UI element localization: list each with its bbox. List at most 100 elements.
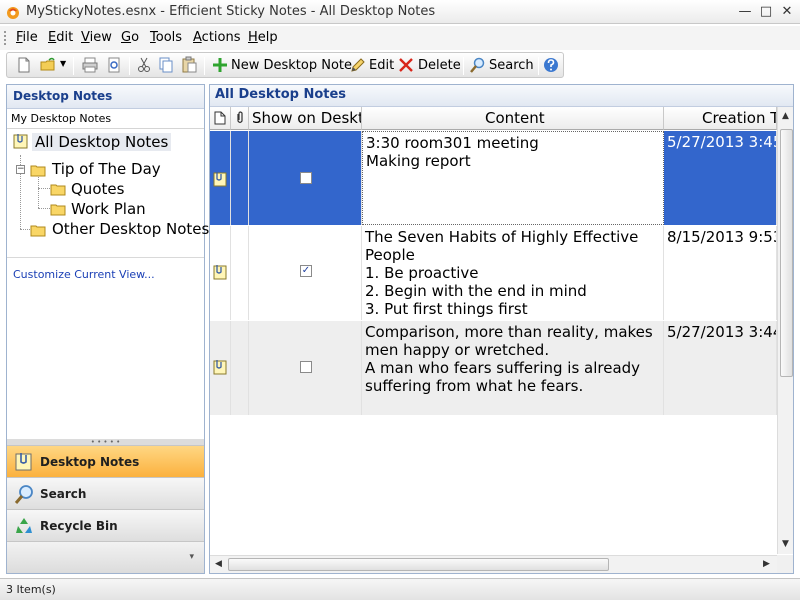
minimize-button[interactable]: — <box>736 4 754 20</box>
add-icon <box>213 58 227 72</box>
nav-button-search[interactable]: Search <box>7 477 204 509</box>
toolbar-separator <box>73 57 74 75</box>
toolbar-separator <box>463 57 464 75</box>
row-show-cell <box>249 321 362 415</box>
nav-button-recycle-bin[interactable]: Recycle Bin <box>7 509 204 541</box>
table-row[interactable]: ✓ The Seven Habits of Highly Effective P… <box>210 226 777 320</box>
copy-icon[interactable] <box>157 56 175 74</box>
scroll-down-icon[interactable]: ▼ <box>782 539 789 549</box>
row-attachment-cell <box>231 321 249 415</box>
navigation-pane: Desktop Notes My Desktop Notes All Deskt… <box>6 84 209 574</box>
maximize-button[interactable]: □ <box>757 4 775 20</box>
chevron-down-icon[interactable]: ▾ <box>189 552 194 562</box>
horizontal-scrollbar[interactable]: ◀ ▶ <box>210 555 777 573</box>
tree-collapse-icon[interactable]: − <box>16 165 25 174</box>
customize-current-view-link[interactable]: Customize Current View... <box>13 268 155 281</box>
tree-line <box>38 177 39 208</box>
recycle-bin-icon <box>16 518 32 533</box>
column-header-creation-time[interactable]: Creation Time <box>664 107 777 130</box>
row-created-cell: 5/27/2013 3:45 <box>664 131 777 225</box>
cut-icon[interactable] <box>135 56 153 74</box>
tree-line <box>38 208 50 209</box>
open-folder-icon[interactable] <box>39 56 57 74</box>
row-created-cell: 8/15/2013 9:53 <box>664 226 777 320</box>
print-icon[interactable] <box>81 56 99 74</box>
open-dropdown-icon[interactable]: ▼ <box>60 59 66 79</box>
folder-list-caption-text: My Desktop Notes <box>11 112 112 125</box>
title-bar: MyStickyNotes.esnx - Efficient Sticky No… <box>0 0 800 24</box>
edit-button[interactable]: Edit <box>349 56 395 76</box>
menu-tools[interactable]: Tools <box>150 30 182 45</box>
sticky-note-icon <box>213 360 227 375</box>
row-show-cell: ✓ <box>249 226 362 320</box>
row-show-cell <box>249 131 362 225</box>
pane-divider <box>7 257 204 258</box>
row-content-cell[interactable]: Comparison, more than reality, makes men… <box>362 321 664 415</box>
search-icon <box>470 57 485 73</box>
menu-go[interactable]: Go <box>121 30 139 45</box>
edit-label: Edit <box>369 58 395 73</box>
sticky-note-icon <box>15 453 32 471</box>
scroll-up-icon[interactable]: ▲ <box>782 111 789 121</box>
tree-node-tip-of-the-day[interactable]: Tip of The Day <box>52 160 161 178</box>
tree-node-all-desktop-notes[interactable]: All Desktop Notes <box>32 133 172 151</box>
close-button[interactable]: ✕ <box>778 4 796 20</box>
notes-list-title: All Desktop Notes <box>215 87 347 102</box>
nav-pane-options[interactable]: ▾ <box>7 541 204 573</box>
table-row[interactable]: Comparison, more than reality, makes men… <box>210 321 777 415</box>
creation-time: 8/15/2013 9:53 <box>667 228 777 246</box>
delete-button[interactable]: Delete <box>397 56 461 76</box>
search-button[interactable]: Search <box>469 56 535 76</box>
scroll-left-icon[interactable]: ◀ <box>215 559 222 569</box>
scroll-right-icon[interactable]: ▶ <box>763 559 770 569</box>
column-header-content[interactable]: Content <box>362 107 664 130</box>
toolbar-separator <box>538 57 539 75</box>
show-on-desktop-checkbox[interactable]: ✓ <box>300 265 312 277</box>
menu-actions[interactable]: Actions <box>193 30 241 45</box>
show-on-desktop-checkbox[interactable] <box>300 172 312 184</box>
column-header-show-on-desktop[interactable]: Show on Desktop <box>249 107 362 130</box>
new-desktop-note-label: New Desktop Note <box>231 58 353 73</box>
document-icon <box>214 111 226 125</box>
menu-edit[interactable]: Edit <box>48 30 73 45</box>
row-type-cell <box>210 226 231 320</box>
row-type-cell <box>210 131 231 225</box>
row-content-cell[interactable]: The Seven Habits of Highly Effective Peo… <box>362 226 664 320</box>
show-on-desktop-checkbox[interactable] <box>300 361 312 373</box>
paste-icon[interactable] <box>180 56 198 74</box>
note-content: The Seven Habits of Highly Effective Peo… <box>365 228 639 318</box>
nav-button-desktop-notes[interactable]: Desktop Notes <box>7 445 204 477</box>
help-icon[interactable] <box>542 56 560 74</box>
column-header-content-label: Content <box>485 109 545 127</box>
item-count: 3 Item(s) <box>6 583 56 596</box>
tree-node-other-desktop-notes[interactable]: Other Desktop Notes <box>52 220 209 238</box>
column-header-creation-time-label: Creation Time <box>702 109 776 127</box>
column-header-attachment[interactable] <box>231 107 249 130</box>
notes-list-pane: All Desktop Notes Show on Desktop Conten… <box>209 84 794 574</box>
menu-file[interactable]: File <box>16 30 38 45</box>
print-preview-icon[interactable] <box>105 56 123 74</box>
row-attachment-cell <box>231 131 249 225</box>
tree-node-work-plan[interactable]: Work Plan <box>71 200 146 218</box>
app-logo-icon <box>7 7 19 19</box>
toolbar: ▼ New Desktop Note Edit Delete Search <box>6 52 564 78</box>
vertical-scrollbar[interactable]: ▲ ▼ <box>777 107 793 554</box>
nav-label-search: Search <box>40 487 87 501</box>
navigation-pane-header: Desktop Notes <box>7 85 204 109</box>
menu-view[interactable]: View <box>81 30 112 45</box>
search-icon <box>14 485 33 504</box>
toolbar-separator <box>204 57 205 75</box>
vertical-scroll-thumb[interactable] <box>780 129 793 377</box>
horizontal-scroll-thumb[interactable] <box>228 558 609 571</box>
new-desktop-note-button[interactable]: New Desktop Note <box>209 56 352 76</box>
status-bar: 3 Item(s) <box>0 578 800 600</box>
column-header-type[interactable] <box>210 107 231 130</box>
new-file-icon[interactable] <box>15 56 33 74</box>
tree-line <box>38 188 50 189</box>
row-content-cell[interactable]: 3:30 room301 meeting Making report <box>362 131 664 225</box>
notes-list-header: All Desktop Notes <box>210 85 793 107</box>
menu-help[interactable]: Help <box>248 30 278 45</box>
table-row[interactable]: 3:30 room301 meeting Making report 5/27/… <box>210 131 777 225</box>
tree-node-quotes[interactable]: Quotes <box>71 180 124 198</box>
menu-bar: File Edit View Go Tools Actions Help <box>0 26 800 50</box>
